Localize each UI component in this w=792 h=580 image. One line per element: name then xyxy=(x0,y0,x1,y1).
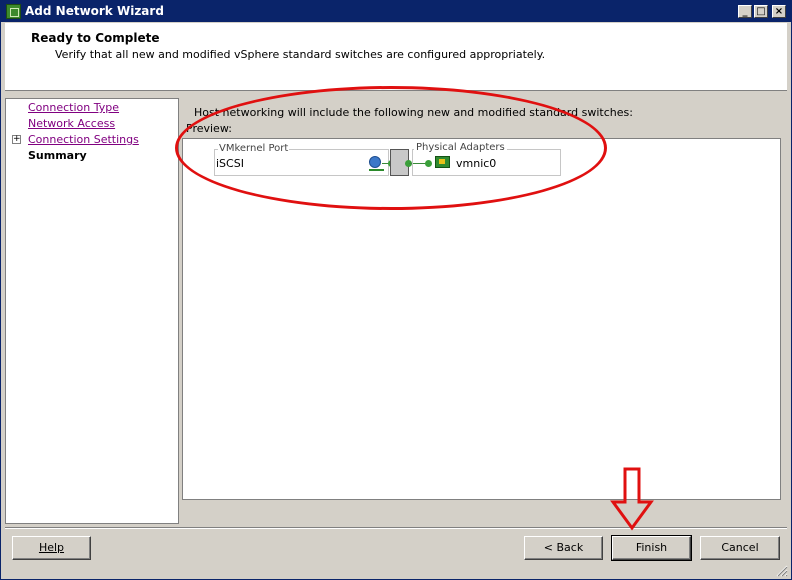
cancel-button[interactable]: Cancel xyxy=(700,536,780,560)
nav-item-connection-settings[interactable]: Connection Settings xyxy=(28,133,139,146)
back-button-label: < Back xyxy=(543,541,584,554)
expand-icon[interactable]: + xyxy=(12,135,21,144)
resize-grip-icon[interactable] xyxy=(775,564,788,577)
vsphere-icon xyxy=(6,4,21,19)
minimize-button[interactable]: _ xyxy=(738,5,752,18)
wizard-header: Ready to Complete Verify that all new an… xyxy=(5,23,787,91)
help-button[interactable]: Help xyxy=(12,536,91,560)
finish-button[interactable]: Finish xyxy=(611,535,692,561)
wizard-steps-nav: Connection Type Network Access + Connect… xyxy=(5,98,179,524)
maximize-button[interactable]: □ xyxy=(754,5,768,18)
page-subtitle: Verify that all new and modified vSphere… xyxy=(55,48,546,61)
nav-item-summary: Summary xyxy=(28,149,87,162)
nav-item-connection-type[interactable]: Connection Type xyxy=(28,101,119,114)
help-button-label: Help xyxy=(38,541,65,554)
back-button[interactable]: < Back xyxy=(524,536,603,560)
close-button[interactable]: × xyxy=(772,5,786,18)
window-title: Add Network Wizard xyxy=(25,4,164,18)
cancel-button-label: Cancel xyxy=(721,541,759,554)
title-bar[interactable]: Add Network Wizard _ □ × xyxy=(1,1,791,22)
footer-divider-highlight xyxy=(5,528,787,529)
nav-item-network-access[interactable]: Network Access xyxy=(28,117,115,130)
finish-button-label: Finish xyxy=(635,541,668,554)
down-arrow-annotation-icon xyxy=(610,467,654,531)
highlight-ellipse-annotation xyxy=(175,86,607,210)
page-title: Ready to Complete xyxy=(31,31,160,45)
